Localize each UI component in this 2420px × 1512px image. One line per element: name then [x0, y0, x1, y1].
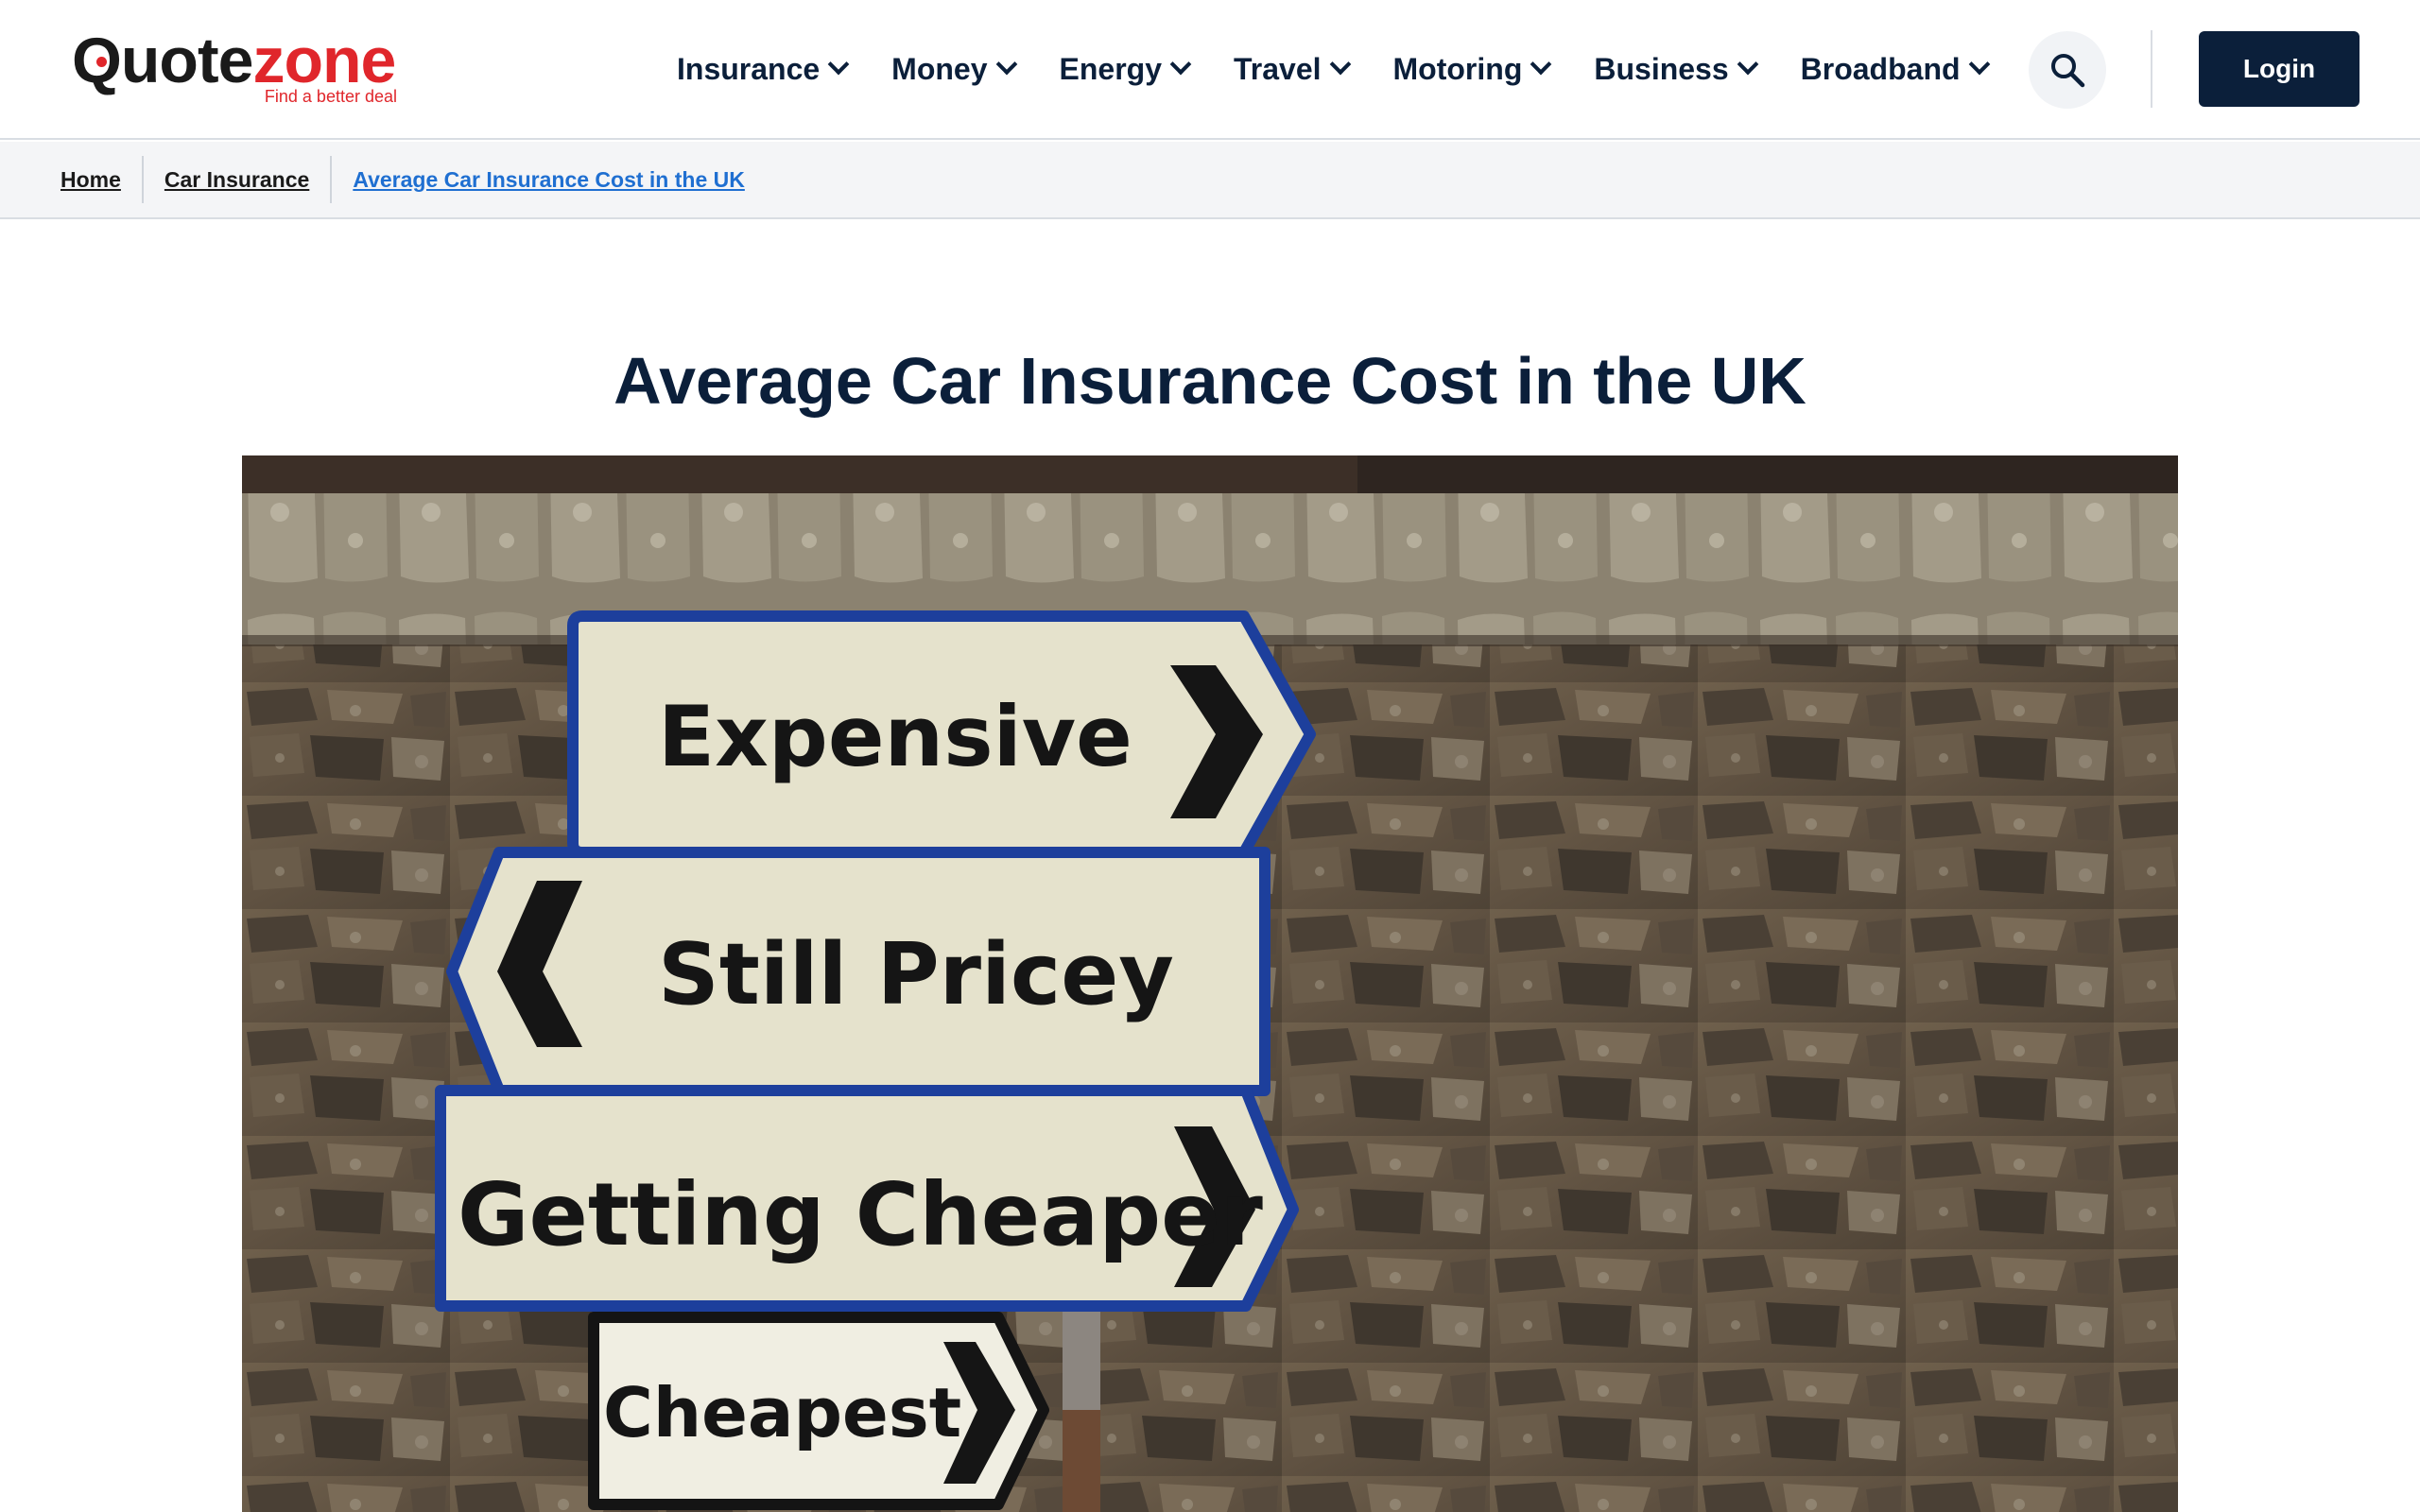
nav-label: Travel: [1234, 51, 1322, 86]
logo-q-dot: [96, 57, 107, 67]
chevron-down-icon: [1530, 53, 1552, 76]
nav-label: Money: [891, 51, 988, 86]
chevron-down-icon: [1968, 53, 1990, 76]
sign-still-pricey: Still Pricey: [446, 847, 1270, 1096]
breadcrumb-list: Home Car Insurance Average Car Insurance…: [60, 155, 745, 204]
breadcrumb-home[interactable]: Home: [60, 167, 121, 193]
breadcrumb-separator: [141, 156, 144, 203]
page-title: Average Car Insurance Cost in the UK: [614, 344, 1806, 418]
search-icon: [2051, 54, 2085, 88]
sign-cheapest: Cheapest: [588, 1312, 1049, 1510]
logo-wordmark: Quotezone: [72, 25, 396, 96]
breadcrumb: Home Car Insurance Average Car Insurance…: [0, 142, 2420, 219]
sign-getting-cheaper-text: Getting Cheaper: [458, 1164, 1264, 1265]
nav-label: Insurance: [677, 51, 821, 86]
chevron-down-icon: [827, 53, 850, 76]
breadcrumb-separator: [330, 156, 333, 203]
nav-money[interactable]: Money: [891, 51, 1017, 87]
nav-business[interactable]: Business: [1594, 51, 1758, 87]
nav-motoring[interactable]: Motoring: [1392, 51, 1552, 87]
nav-label: Motoring: [1392, 51, 1523, 86]
nav-label: Broadband: [1800, 51, 1961, 86]
chevron-down-icon: [995, 53, 1017, 76]
nav-travel[interactable]: Travel: [1234, 51, 1351, 87]
login-button[interactable]: Login: [2199, 31, 2360, 107]
nav-insurance[interactable]: Insurance: [677, 51, 850, 87]
search-button[interactable]: [2029, 31, 2106, 109]
nav-label: Energy: [1059, 51, 1162, 86]
hero-illustration: Expensive Still Pricey Getting Cheaper C…: [242, 455, 2178, 1512]
sign-expensive-text: Expensive: [658, 688, 1132, 785]
hero-image: Expensive Still Pricey Getting Cheaper C…: [242, 455, 2178, 1512]
sign-getting-cheaper: Getting Cheaper: [435, 1085, 1299, 1312]
chevron-down-icon: [1329, 53, 1351, 76]
logo-tagline: Find a better deal: [264, 87, 397, 106]
header-divider: [2151, 30, 2152, 108]
sign-cheapest-text: Cheapest: [603, 1373, 961, 1452]
breadcrumb-car-insurance[interactable]: Car Insurance: [164, 167, 309, 193]
site-header: Quotezone Find a better deal Insurance M…: [0, 0, 2420, 140]
breadcrumb-current-page[interactable]: Average Car Insurance Cost in the UK: [353, 167, 745, 193]
main-nav: Insurance Money Energy Travel Motoring B…: [677, 36, 1990, 102]
chevron-down-icon: [1169, 53, 1192, 76]
nav-energy[interactable]: Energy: [1059, 51, 1192, 87]
nav-label: Business: [1594, 51, 1729, 86]
quotezone-logo[interactable]: Quotezone Find a better deal: [72, 28, 403, 112]
chevron-down-icon: [1737, 53, 1758, 76]
nav-broadband[interactable]: Broadband: [1800, 51, 1990, 87]
sign-still-pricey-text: Still Pricey: [658, 925, 1174, 1024]
sign-expensive: Expensive: [567, 610, 1316, 858]
